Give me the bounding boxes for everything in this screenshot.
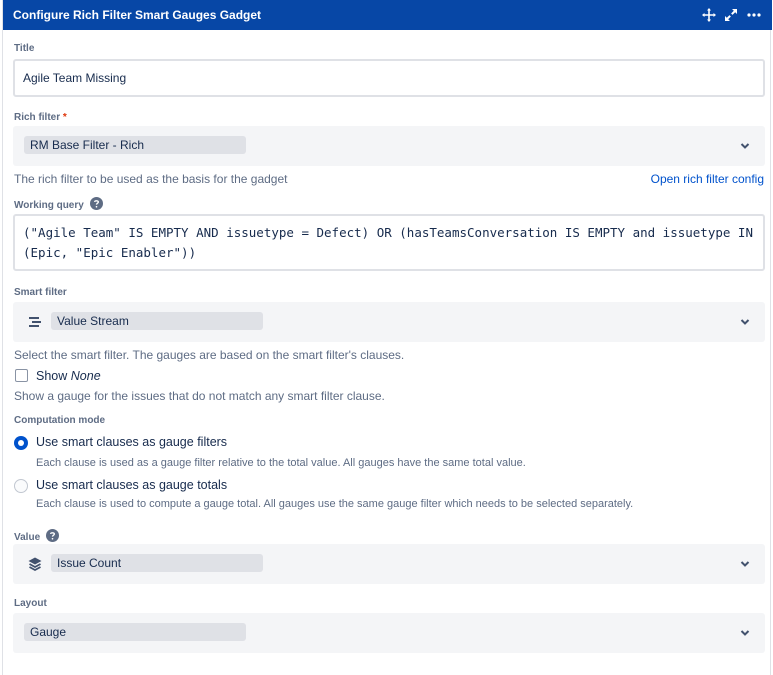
expand-icon[interactable]: [723, 7, 739, 23]
rich-filter-label: Rich filter *: [14, 112, 67, 123]
show-none-helper: Show a gauge for the issues that do not …: [14, 389, 385, 403]
value-select[interactable]: Issue Count: [13, 544, 765, 584]
value-label-text: Value: [14, 532, 41, 543]
help-icon[interactable]: [89, 197, 103, 210]
layout-label: Layout: [14, 598, 47, 609]
value-label: Value: [14, 529, 59, 543]
more-icon[interactable]: [746, 7, 762, 23]
gauge-totals-helper: Each clause is used to compute a gauge t…: [36, 498, 634, 510]
gauge-filters-label[interactable]: Use smart clauses as gauge filters: [36, 435, 227, 449]
title-label: Title: [14, 43, 35, 54]
rich-filter-helper: The rich filter to be used as the basis …: [14, 172, 288, 186]
gauge-totals-label[interactable]: Use smart clauses as gauge totals: [36, 478, 227, 492]
show-none-checkbox[interactable]: [15, 369, 28, 382]
smart-filter-value: Value Stream: [51, 312, 263, 330]
working-query-label-text: Working query: [14, 200, 84, 211]
smart-filter-select[interactable]: Value Stream: [13, 302, 765, 342]
open-rich-filter-config-link[interactable]: Open rich filter config: [651, 172, 764, 186]
chevron-down-icon: [740, 561, 750, 567]
gadget-config-panel: Configure Rich Filter Smart Gauges Gadge…: [2, 0, 772, 675]
layout-select[interactable]: Gauge: [13, 613, 765, 653]
layout-value: Gauge: [24, 623, 246, 641]
title-input[interactable]: Agile Team Missing: [13, 59, 765, 97]
rich-filter-label-text: Rich filter: [14, 112, 61, 123]
show-none-label[interactable]: Show None: [36, 369, 101, 383]
working-query-label: Working query: [14, 197, 103, 211]
chevron-down-icon: [740, 319, 750, 325]
show-none-prefix: Show: [36, 369, 68, 383]
help-icon[interactable]: [45, 529, 59, 542]
required-mark: *: [62, 112, 67, 123]
rich-filter-value: RM Base Filter - Rich: [24, 136, 246, 154]
layers-icon: [28, 557, 42, 572]
gadget-title: Configure Rich Filter Smart Gauges Gadge…: [13, 8, 262, 22]
gauge-filters-helper: Each clause is used as a gauge filter re…: [36, 457, 526, 469]
gauge-totals-radio[interactable]: [14, 479, 28, 493]
rich-filter-select[interactable]: RM Base Filter - Rich: [13, 126, 765, 166]
working-query-field[interactable]: ("Agile Team" IS EMPTY AND issuetype = D…: [13, 214, 765, 271]
gauge-filters-radio[interactable]: [14, 436, 28, 450]
move-icon[interactable]: [701, 7, 717, 23]
show-none-em: None: [70, 369, 101, 383]
smart-filter-helper: Select the smart filter. The gauges are …: [14, 348, 405, 362]
smart-filter-icon: [29, 317, 41, 327]
chevron-down-icon: [740, 143, 750, 149]
value-value: Issue Count: [51, 554, 263, 572]
smart-filter-label: Smart filter: [14, 287, 67, 298]
computation-mode-label: Computation mode: [14, 415, 106, 426]
gadget-header: Configure Rich Filter Smart Gauges Gadge…: [3, 0, 772, 30]
chevron-down-icon: [740, 630, 750, 636]
